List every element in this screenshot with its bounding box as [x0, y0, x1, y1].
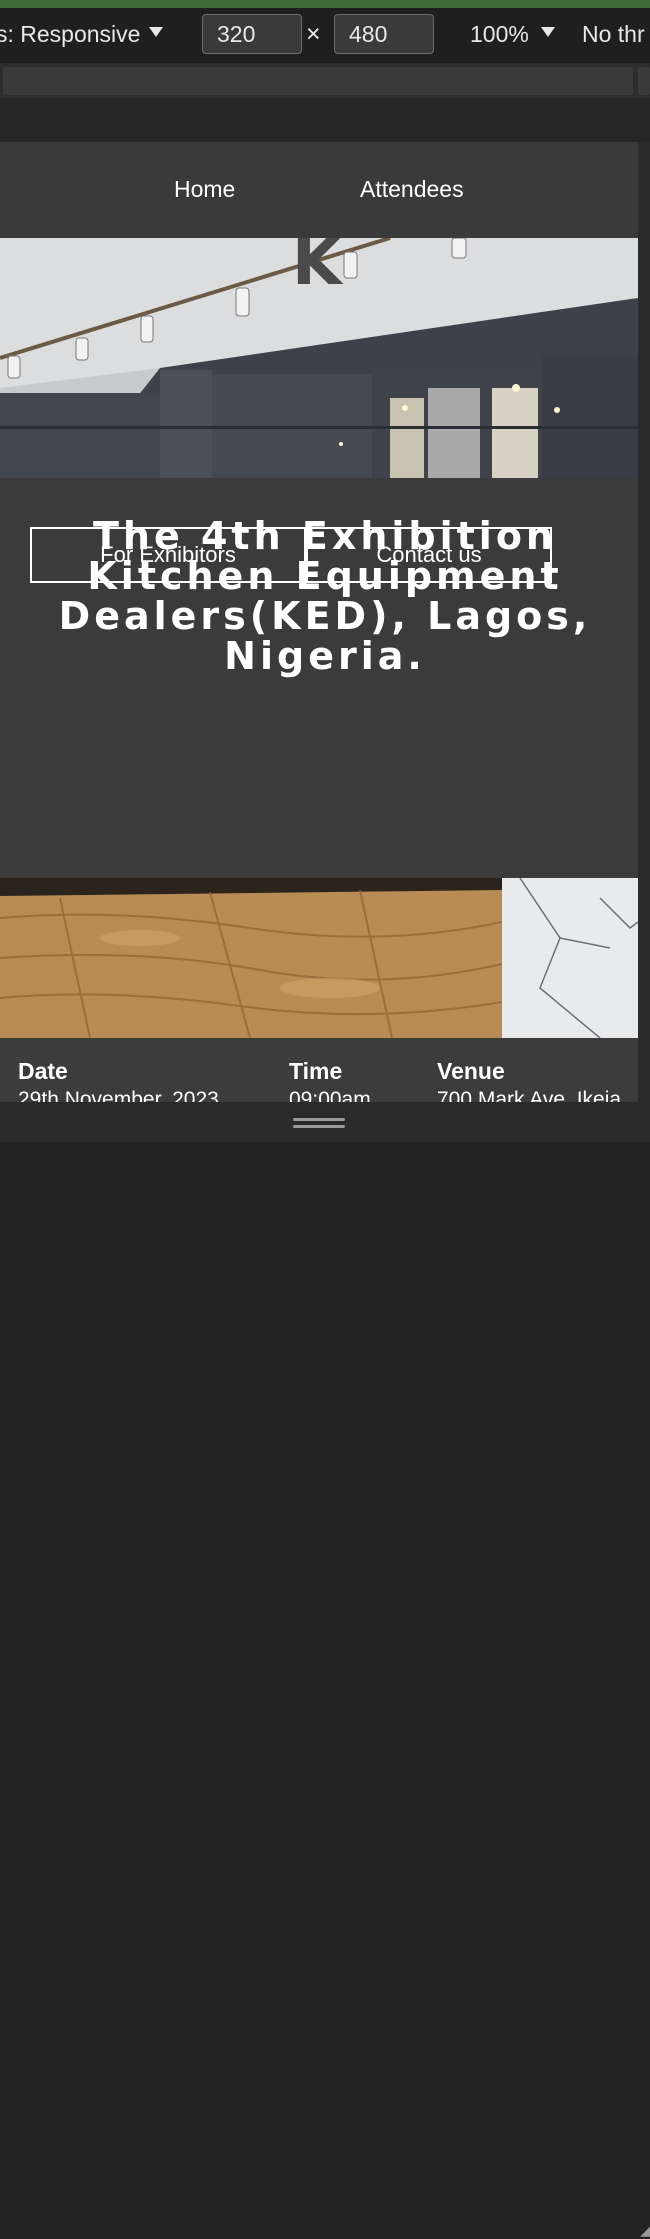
device-dimensions-select[interactable]: s: Responsive	[0, 21, 140, 48]
zoom-select[interactable]: 100%	[470, 21, 529, 48]
viewport-resize-gutter[interactable]	[638, 142, 650, 1102]
event-title: The 4th Exhibition Kitchen Equipment Dea…	[58, 514, 592, 678]
event-headline-section: For Exhibitors Contact us The 4th Exhibi…	[0, 478, 638, 878]
venue-value: 700 Mark Ave, Ikeja	[437, 1088, 622, 1102]
time-value: 09:00am	[289, 1088, 371, 1102]
throttle-select[interactable]: No thr	[582, 21, 645, 48]
site-navbar: Home Attendees	[0, 142, 638, 238]
nav-link-home[interactable]: Home	[174, 176, 235, 203]
resize-handle-line-2[interactable]	[293, 1125, 345, 1128]
zoom-chevron-down-icon[interactable]	[541, 27, 555, 37]
time-label: Time	[289, 1058, 343, 1084]
device-toolbar: s: Responsive 320 × 480 100% No thr	[0, 8, 650, 64]
emulated-viewport: Home Attendees K For Exhibitors Contact …	[0, 142, 638, 1102]
height-input[interactable]: 480	[334, 14, 434, 54]
dimension-separator: ×	[306, 20, 321, 48]
date-label: Date	[18, 1058, 68, 1084]
venue-label: Venue	[437, 1058, 505, 1084]
hero-logo-letter: K	[292, 238, 344, 300]
width-input[interactable]: 320	[202, 14, 302, 54]
ruler-band	[0, 98, 650, 142]
event-details: Date 29th November, 2023 Time 09:00am Ve…	[0, 1038, 638, 1102]
resize-handle-line-1[interactable]	[293, 1118, 345, 1121]
floor-material-image	[0, 878, 638, 1038]
hero-kitchen-image: K	[0, 238, 638, 478]
window-accent-line	[0, 0, 650, 8]
media-query-track-end[interactable]	[638, 67, 650, 95]
media-query-track[interactable]	[3, 67, 633, 95]
nav-link-attendees[interactable]: Attendees	[360, 176, 464, 203]
media-query-bar	[0, 64, 650, 98]
corner-resize-icon[interactable]: ◢	[640, 2222, 650, 2239]
viewport-resize-bar[interactable]: ◢	[0, 1102, 650, 2238]
date-value: 29th November, 2023	[18, 1088, 219, 1102]
device-chevron-down-icon[interactable]	[149, 27, 163, 37]
